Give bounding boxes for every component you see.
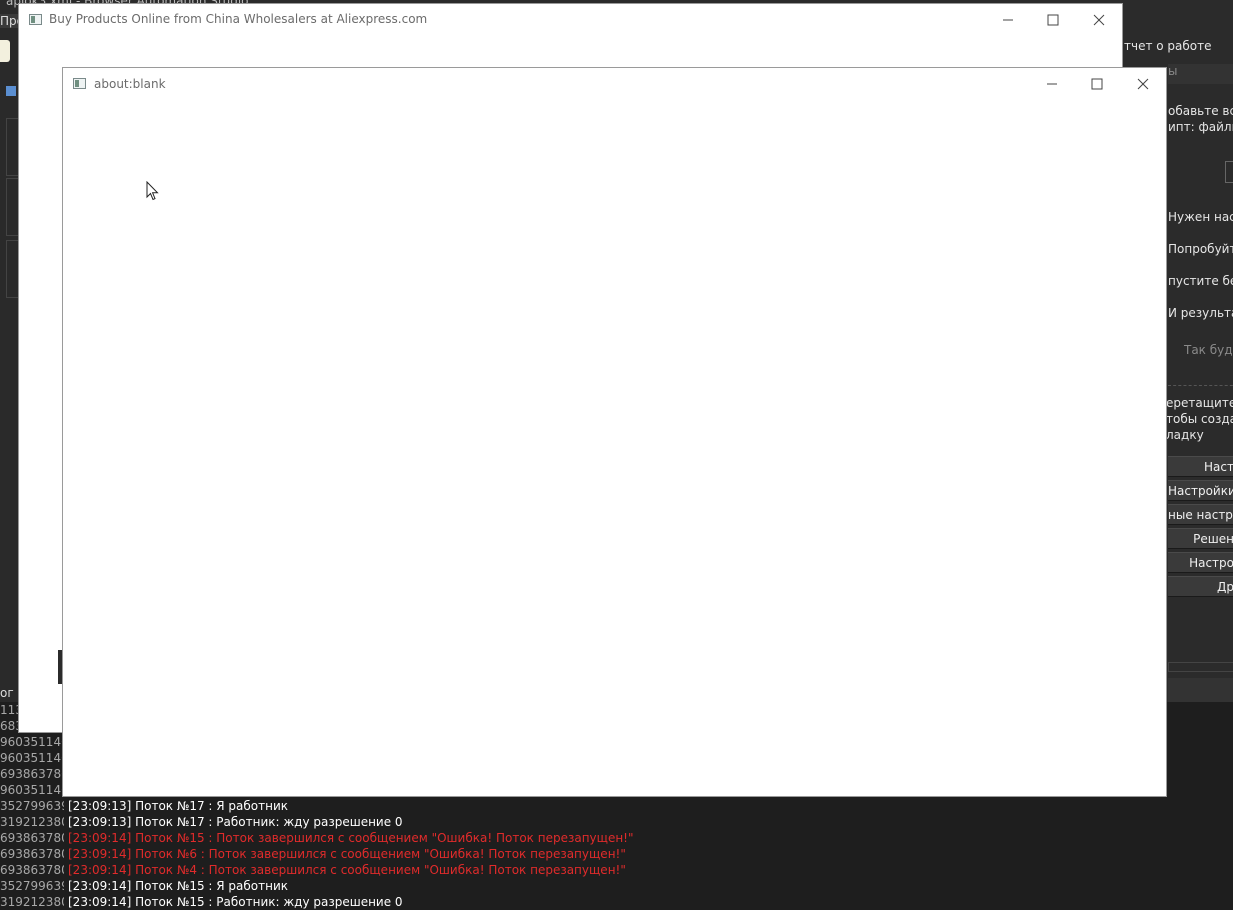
minimize-icon [1047, 83, 1057, 85]
page-content-blank[interactable] [63, 98, 1166, 796]
log-line-time: [23:09:14] [68, 863, 132, 877]
close-icon [1137, 78, 1149, 90]
panel-subheader-text: ы [1168, 64, 1178, 78]
tab-fragment[interactable]: ог [0, 686, 18, 700]
window-titlebar[interactable]: Buy Products Online from China Wholesale… [19, 4, 1122, 34]
settings-button[interactable]: ные настро [1168, 504, 1233, 525]
log-line-id: 352799639] [0, 879, 64, 893]
drag-hint-line: еретащите [1166, 396, 1233, 410]
maximize-icon [1091, 78, 1103, 90]
log-line-text: Поток №6 : Поток завершился с сообщением… [135, 847, 626, 861]
log-line-id: 693863780] [0, 847, 64, 861]
log-line-text: Поток №17 : Работник: жду разрешение 0 [135, 815, 403, 829]
window-app-icon [29, 14, 42, 25]
settings-button[interactable]: Др [1168, 576, 1233, 597]
panel-text-line: обавьте вс [1168, 104, 1233, 118]
menu-fragment[interactable]: Про [0, 14, 18, 28]
log-id-fragment: 693863780 [0, 767, 62, 781]
panel-text-line: И результат [1168, 306, 1233, 320]
log-line-id: 693863780] [0, 863, 64, 877]
log-id-fragment: 683 [0, 719, 18, 733]
browser-window-blank[interactable]: about:blank [62, 67, 1167, 797]
window-title: Buy Products Online from China Wholesale… [49, 12, 428, 26]
drag-hint-line: тобы создат [1166, 412, 1233, 426]
log-line-time: [23:09:13] [68, 815, 132, 829]
file-icon[interactable] [0, 40, 10, 62]
report-tab[interactable]: тчет о работе [1124, 39, 1212, 53]
window-title: about:blank [94, 77, 166, 91]
divider [1168, 385, 1233, 386]
maximize-button[interactable] [1089, 76, 1105, 92]
log-line-time: [23:09:13] [68, 799, 132, 813]
log-line: 319212380] [23:09:14] Поток №15 : Работни… [0, 894, 403, 910]
maximize-button[interactable] [1045, 12, 1061, 28]
panel-button-edge[interactable] [1225, 161, 1233, 183]
window-app-icon [73, 78, 86, 89]
log-line: 352799639] [23:09:13] Поток №17 : Я работ… [0, 798, 288, 814]
close-button[interactable] [1091, 12, 1107, 28]
log-line-error: 693863780] [23:09:14] Поток №6 : Поток за… [0, 846, 626, 862]
log-id-fragment: 960351140 [0, 735, 62, 749]
info-icon[interactable] [6, 86, 16, 96]
close-icon [1093, 14, 1105, 26]
panel-text-line: Нужен наст [1168, 210, 1233, 224]
log-line: 319212380] [23:09:13] Поток №17 : Работни… [0, 814, 403, 830]
settings-button[interactable]: Настройки [1168, 480, 1233, 501]
settings-button[interactable]: Наст [1168, 456, 1233, 477]
drag-hint-line: ладку [1166, 428, 1204, 442]
log-line-text: Поток №15 : Поток завершился с сообщение… [135, 831, 634, 845]
log-line-text: Поток №17 : Я работник [135, 799, 289, 813]
settings-button[interactable]: Решен [1168, 528, 1233, 549]
panel-text-line: Попробуйте [1168, 242, 1233, 256]
window-titlebar[interactable]: about:blank [63, 68, 1166, 98]
settings-button[interactable]: Настро [1168, 552, 1233, 573]
minimize-button[interactable] [1044, 76, 1060, 92]
log-line-text: Поток №15 : Я работник [135, 879, 289, 893]
log-id-fragment: 960351140 [0, 783, 62, 797]
panel-subheader: ы [1168, 64, 1233, 84]
log-line-id: 693863780] [0, 831, 64, 845]
scrollbar[interactable] [1168, 662, 1233, 672]
maximize-icon [1047, 14, 1059, 26]
close-button[interactable] [1135, 76, 1151, 92]
log-line-error: 693863780] [23:09:14] Поток №15 : Поток з… [0, 830, 634, 846]
panel-footer [1168, 678, 1233, 704]
log-line-id: 319212380] [0, 895, 64, 909]
log-line: 352799639] [23:09:14] Поток №15 : Я работ… [0, 878, 288, 894]
panel-text-line: ипт: файлы [1168, 120, 1233, 134]
log-line-time: [23:09:14] [68, 895, 132, 909]
minimize-icon [1003, 19, 1013, 21]
log-line-id: 319212380] [0, 815, 64, 829]
log-line-text: Поток №15 : Работник: жду разрешение 0 [135, 895, 403, 909]
log-line-time: [23:09:14] [68, 879, 132, 893]
log-line-error: 693863780] [23:09:14] Поток №4 : Поток за… [0, 862, 626, 878]
panel-text-line: пустите бе [1168, 274, 1233, 288]
minimize-button[interactable] [1000, 12, 1016, 28]
log-line-time: [23:09:14] [68, 831, 132, 845]
panel-hint: Так буде [1184, 343, 1233, 357]
log-line-id: 352799639] [0, 799, 64, 813]
log-id-fragment: 960351140 [0, 751, 62, 765]
log-id-fragment: 113 [0, 703, 18, 717]
log-line-time: [23:09:14] [68, 847, 132, 861]
log-line-text: Поток №4 : Поток завершился с сообщением… [135, 863, 626, 877]
mouse-cursor-icon [146, 181, 159, 201]
